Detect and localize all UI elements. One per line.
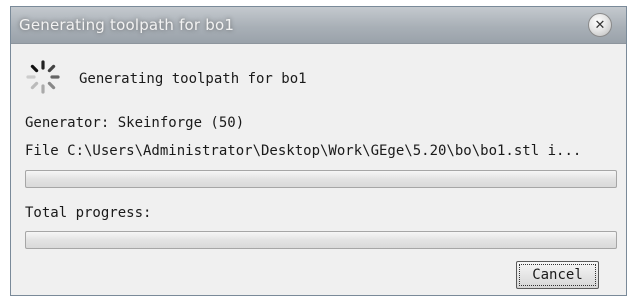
file-progress-bar xyxy=(25,170,617,188)
progress-dialog: Generating toolpath for bo1 ✕ Generating… xyxy=(10,6,627,296)
file-path-label: File C:\Users\Administrator\Desktop\Work… xyxy=(25,143,582,159)
total-progress-label: Total progress: xyxy=(25,205,152,221)
close-icon: ✕ xyxy=(594,17,606,33)
status-message: Generating toolpath for bo1 xyxy=(79,71,307,87)
close-button[interactable]: ✕ xyxy=(588,13,612,37)
title-bar[interactable]: Generating toolpath for bo1 ✕ xyxy=(11,7,626,44)
spinner-icon xyxy=(26,60,60,94)
total-progress-bar xyxy=(25,231,617,249)
generator-label: Generator: Skeinforge (50) xyxy=(25,115,245,131)
window-title: Generating toolpath for bo1 xyxy=(19,16,235,34)
cancel-button[interactable]: Cancel xyxy=(516,261,599,289)
